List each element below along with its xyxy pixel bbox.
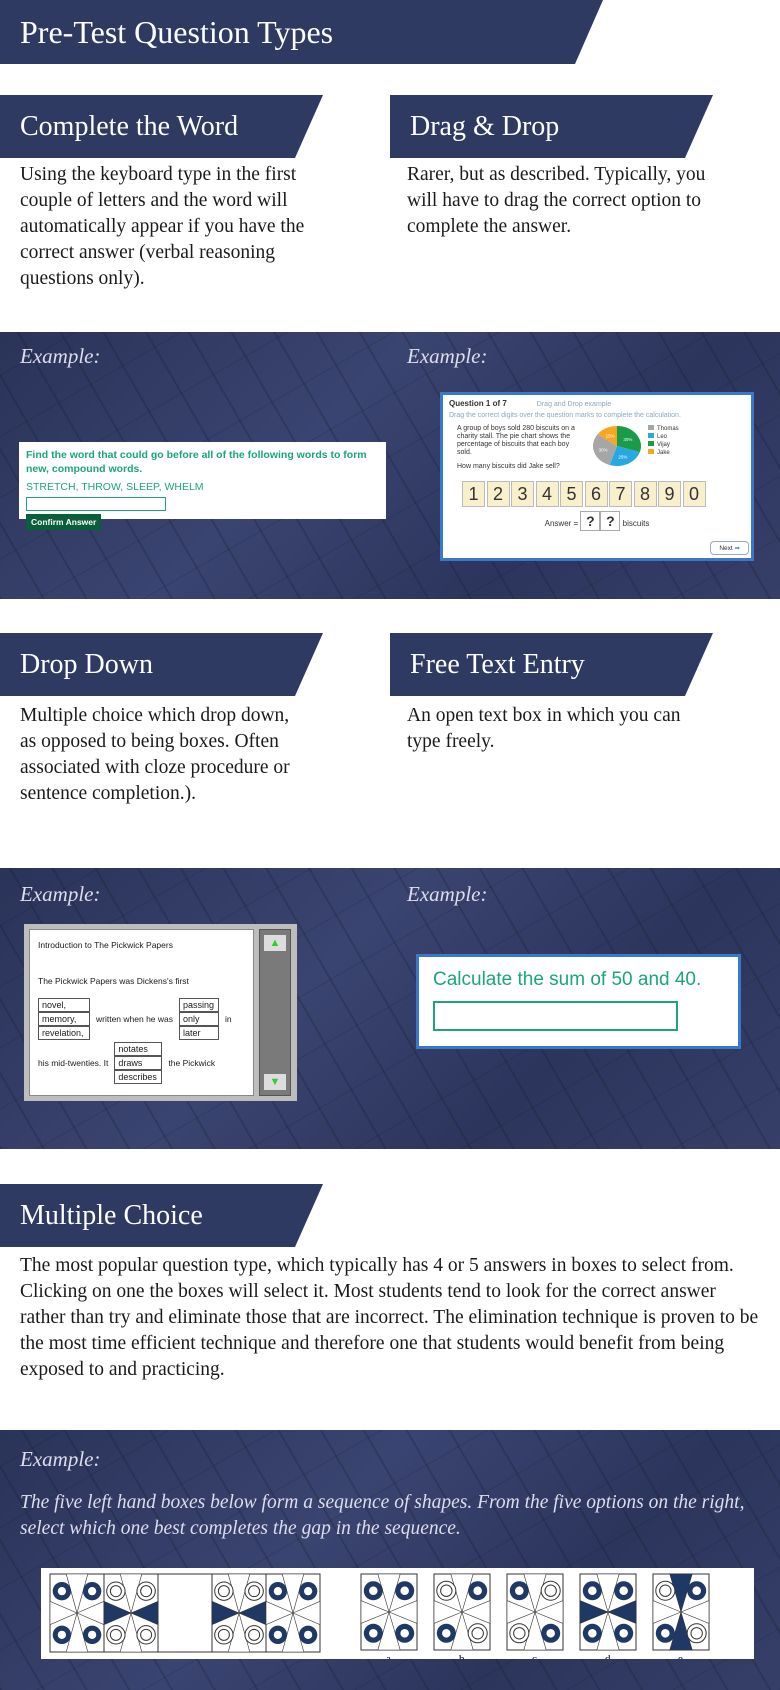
example-subtitle: Drag and Drop example — [536, 401, 612, 408]
scrollbar[interactable]: ▲ ▼ — [259, 929, 291, 1096]
dropdown-2[interactable]: passing only later — [179, 998, 220, 1040]
legend-item: Leo — [648, 433, 679, 441]
dropdown-option[interactable]: later — [179, 1026, 220, 1040]
answer-row: Answer = ?? biscuits — [449, 511, 745, 531]
passage-text: the Pickwick — [168, 1058, 216, 1068]
shape-sequence-panel: a b c d e — [41, 1568, 754, 1665]
confirm-answer-button[interactable]: Confirm Answer — [26, 514, 102, 530]
example-label: Example: — [407, 882, 488, 906]
answer-unit: biscuits — [622, 519, 650, 528]
complete-word-example: Find the word that could go before all o… — [19, 442, 386, 530]
answer-slot[interactable]: ? — [600, 511, 621, 531]
example-label: Example: — [20, 1447, 101, 1471]
free-text-prompt: Calculate the sum of 50 and 40. — [433, 969, 702, 990]
question-number: Question 1 of 7 — [449, 399, 507, 408]
drag-drop-description: Rarer, but as described. Typically, you … — [407, 164, 706, 237]
shape-sequence: a b c d e — [49, 1573, 710, 1665]
answer-slot[interactable]: ? — [580, 511, 601, 531]
dropdown-option[interactable]: notates — [114, 1042, 163, 1056]
heading-complete-the-word: Complete the Word — [0, 95, 323, 158]
scroll-up-icon[interactable]: ▲ — [264, 935, 286, 951]
free-text-input[interactable] — [433, 1001, 678, 1031]
legend-item: Vijay — [648, 441, 679, 449]
option-label: e — [678, 1653, 683, 1659]
option-label: d — [605, 1653, 611, 1659]
example-label: Example: — [20, 344, 101, 368]
option-label: b — [459, 1653, 465, 1659]
option-b[interactable] — [433, 1573, 491, 1651]
digit-tile[interactable]: 3 — [511, 481, 534, 507]
passage-line: The Pickwick Papers was Dickens's first — [38, 976, 189, 986]
example-label: Example: — [407, 344, 488, 368]
heading-drop-down: Drop Down — [0, 633, 323, 696]
sequence-tile — [103, 1573, 159, 1653]
digit-tile[interactable]: 9 — [658, 481, 681, 507]
drop-down-example: Introduction to The Pickwick Papers The … — [24, 924, 297, 1101]
dropdown-option[interactable]: memory, — [38, 1012, 90, 1026]
digit-tile[interactable]: 6 — [584, 481, 608, 507]
digit-tile[interactable]: 5 — [560, 481, 583, 507]
heading-multiple-choice: Multiple Choice — [0, 1184, 323, 1247]
answer-label: Answer = — [544, 519, 579, 528]
pie-label: 30% — [623, 437, 632, 442]
digit-tiles: 1234567890 — [462, 481, 745, 507]
arrow-right-icon: ➡ — [734, 545, 740, 552]
option-e[interactable] — [652, 1573, 710, 1651]
pie-label: 25% — [618, 455, 627, 460]
passage-text: written when he was — [96, 1014, 174, 1024]
option-label: a — [386, 1653, 391, 1659]
example-label: Example: — [20, 882, 101, 906]
pie-label: 15% — [606, 433, 615, 438]
next-button[interactable]: Next ➡ — [710, 541, 749, 555]
option-a[interactable] — [360, 1573, 418, 1651]
drag-drop-example: Question 1 of 7 Drag and Drop example Dra… — [440, 392, 754, 561]
dropdown-1[interactable]: novel, memory, revelation, — [38, 998, 90, 1040]
free-text-example: Calculate the sum of 50 and 40. — [416, 954, 741, 1049]
pie-label: 30% — [599, 448, 608, 453]
digit-tile[interactable]: 8 — [633, 481, 657, 507]
example-words: STRETCH, THROW, SLEEP, WHELM — [26, 481, 204, 493]
problem-text: A group of boys sold 280 biscuits on a c… — [457, 425, 575, 456]
legend-item: Jake — [648, 449, 679, 457]
digit-tile[interactable]: 7 — [609, 481, 632, 507]
legend-item: Thomas — [648, 425, 679, 433]
option-d[interactable] — [579, 1573, 637, 1651]
dropdown-3[interactable]: notates draws describes — [114, 1042, 163, 1084]
dropdown-option[interactable]: novel, — [38, 998, 90, 1012]
complete-word-description: Using the keyboard type in the first cou… — [20, 164, 305, 289]
dropdown-option[interactable]: only — [179, 1012, 220, 1026]
digit-tile[interactable]: 0 — [682, 481, 706, 507]
answer-input[interactable] — [26, 497, 166, 511]
sequence-tile — [49, 1573, 105, 1653]
passage-title: Introduction to The Pickwick Papers — [38, 940, 173, 950]
option-label: c — [532, 1653, 537, 1659]
heading-free-text-entry: Free Text Entry — [390, 633, 713, 696]
heading-drag-drop: Drag & Drop — [390, 95, 713, 158]
pie-chart: 30% 25% 30% 15% — [593, 426, 641, 466]
passage-text: in — [225, 1014, 232, 1024]
multiple-choice-description: The most popular question type, which ty… — [20, 1255, 759, 1380]
page-title: Pre-Test Question Types — [0, 0, 603, 64]
problem-question: How many biscuits did Jake sell? — [457, 463, 560, 470]
pie-legend: Thomas Leo Vijay Jake — [648, 425, 679, 471]
dropdown-option[interactable]: revelation, — [38, 1026, 90, 1040]
digit-tile[interactable]: 1 — [462, 481, 485, 507]
drop-down-description: Multiple choice which drop down, as oppo… — [20, 705, 290, 804]
instruction: Drag the correct digits over the questio… — [449, 412, 681, 419]
scroll-down-icon[interactable]: ▼ — [264, 1074, 286, 1090]
next-label: Next — [719, 545, 733, 552]
sequence-tile — [211, 1573, 267, 1653]
example-prompt: Find the word that could go before all o… — [26, 449, 367, 475]
digit-tile[interactable]: 2 — [486, 481, 510, 507]
dropdown-option[interactable]: passing — [179, 998, 220, 1012]
multiple-choice-instruction: The five left hand boxes below form a se… — [20, 1492, 745, 1539]
digit-tile[interactable]: 4 — [535, 481, 559, 507]
free-text-description: An open text box in which you can type f… — [407, 705, 681, 752]
dropdown-option[interactable]: describes — [114, 1070, 163, 1084]
dropdown-option[interactable]: draws — [114, 1056, 163, 1070]
option-c[interactable] — [506, 1573, 564, 1651]
sequence-gap — [157, 1573, 213, 1653]
passage-text: his mid-twenties. It — [38, 1058, 109, 1068]
sequence-tile — [265, 1573, 321, 1653]
